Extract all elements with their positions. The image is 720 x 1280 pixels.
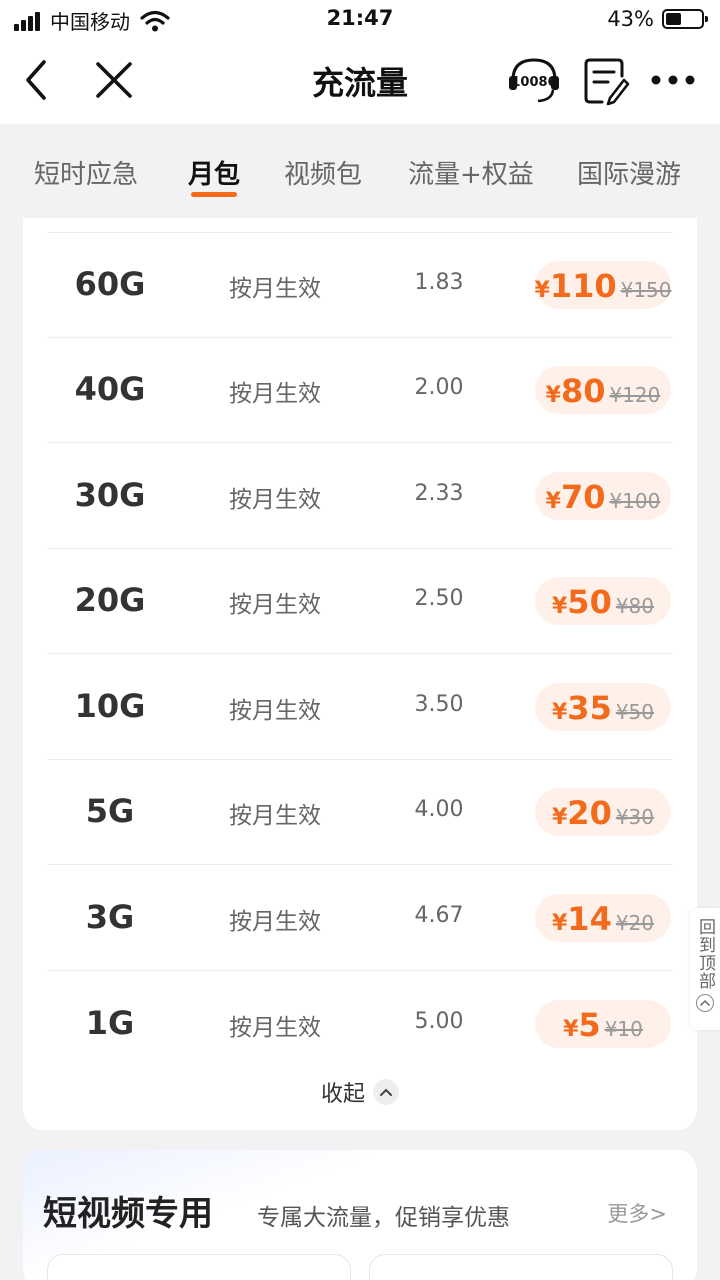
package-effect: 按月生效 [229,592,321,618]
original-price: ¥20 [615,911,655,935]
more-icon[interactable] [648,60,698,100]
package-row[interactable]: 60G 按月生效 1.83 ¥ 110 ¥150 [47,233,673,338]
tab-data-plus-benefits[interactable]: 流量+权益 [408,154,534,191]
package-size: 3G [85,898,135,936]
package-row[interactable]: 5G 按月生效 4.00 ¥ 20 ¥30 [47,760,673,865]
current-price: 20 [567,794,612,832]
package-row[interactable]: 10G 按月生效 3.50 ¥ 35 ¥50 [47,655,673,760]
original-price: ¥30 [615,805,655,829]
package-row[interactable]: 3G 按月生效 4.67 ¥ 14 ¥20 [47,866,673,971]
status-right: 43% [607,7,708,31]
short-video-section: 短视频专用 专属大流量，促销享优惠 更多> [23,1150,697,1280]
tab-roaming[interactable]: 国际漫游 [577,154,681,191]
package-size: 1G [85,1004,135,1042]
package-effect: 按月生效 [229,381,321,407]
unit-price: 3.50 [414,692,464,717]
chevron-up-icon [373,1079,399,1105]
current-price: 70 [560,478,606,516]
product-card[interactable] [369,1254,673,1280]
current-price: 14 [567,900,612,938]
original-price: ¥150 [620,278,672,302]
price-button[interactable]: ¥ 5 ¥10 [535,1000,671,1048]
package-effect: 按月生效 [229,487,321,513]
original-price: ¥120 [609,383,661,407]
unit-price: 2.33 [414,481,464,506]
battery-level [666,13,681,25]
package-size: 30G [74,476,146,514]
current-price: 35 [567,689,612,727]
original-price: ¥100 [609,489,661,513]
current-price: 5 [578,1006,601,1044]
back-to-top-button[interactable]: 回到顶部 [690,908,720,1030]
original-price: ¥80 [615,594,655,618]
tab-short-term[interactable]: 短时应急 [34,154,138,191]
currency-symbol: ¥ [551,911,568,936]
package-effect: 按月生效 [229,698,321,724]
package-row[interactable]: 20G 按月生效 2.50 ¥ 50 ¥80 [47,549,673,654]
tab-monthly[interactable]: 月包 [188,154,240,191]
price-button[interactable]: ¥ 35 ¥50 [535,683,671,731]
battery-icon [662,9,708,29]
order-note-icon[interactable] [580,54,632,108]
original-price: ¥50 [615,700,655,724]
price-button[interactable]: ¥ 14 ¥20 [535,894,671,942]
product-card[interactable] [47,1254,351,1280]
price-button[interactable]: ¥ 80 ¥120 [535,366,671,414]
package-size: 40G [74,370,146,408]
customer-service-icon[interactable]: 10086 [506,54,562,108]
package-row[interactable]: 40G 按月生效 2.00 ¥ 80 ¥120 [47,338,673,443]
currency-symbol: ¥ [551,594,568,619]
currency-symbol: ¥ [545,489,561,514]
status-bar: 中国移动 21:47 43% [0,0,720,40]
more-link[interactable]: 更多> [607,1198,667,1228]
package-row[interactable]: 1G 按月生效 5.00 ¥ 5 ¥10 [47,972,673,1077]
currency-symbol: ¥ [545,383,561,408]
currency-symbol: ¥ [563,1017,579,1042]
package-size: 10G [74,687,146,725]
current-price: 110 [549,267,617,305]
package-effect: 按月生效 [229,803,321,829]
battery-percent: 43% [607,7,654,31]
back-to-top-label: 回到顶部 [695,918,715,990]
section-subtitle: 专属大流量，促销享优惠 [257,1205,510,1231]
price-button[interactable]: ¥ 70 ¥100 [535,472,671,520]
unit-price: 2.50 [414,586,464,611]
price-button[interactable]: ¥ 110 ¥150 [534,261,672,309]
current-price: 80 [560,372,606,410]
currency-symbol: ¥ [551,700,568,725]
currency-symbol: ¥ [551,805,568,830]
package-size: 20G [74,581,146,619]
package-size: 60G [74,265,146,303]
unit-price: 5.00 [414,1009,464,1034]
collapse-button[interactable]: 收起 [23,1076,697,1108]
unit-price: 2.00 [414,375,464,400]
currency-symbol: ¥ [534,278,550,303]
package-effect: 按月生效 [229,909,321,935]
package-list-card: 60G 按月生效 1.83 ¥ 110 ¥150 40G 按月生效 2.00 ¥… [23,218,697,1130]
current-price: 50 [567,583,612,621]
service-number: 10086 [511,75,556,90]
package-row[interactable]: 30G 按月生效 2.33 ¥ 70 ¥100 [47,444,673,549]
unit-price: 4.00 [414,797,464,822]
active-tab-indicator [191,192,237,197]
package-effect: 按月生效 [229,276,321,302]
unit-price: 1.83 [414,270,464,295]
chevron-up-icon [696,994,714,1012]
section-title: 短视频专用 [43,1194,213,1234]
category-tabs: 短时应急 月包 视频包 流量+权益 国际漫游 [0,124,720,218]
nav-bar: 充流量 10086 [0,40,720,124]
package-effect: 按月生效 [229,1015,321,1041]
price-button[interactable]: ¥ 20 ¥30 [535,788,671,836]
unit-price: 4.67 [414,903,464,928]
package-size: 5G [85,792,135,830]
original-price: ¥10 [604,1017,643,1041]
price-button[interactable]: ¥ 50 ¥80 [535,577,671,625]
collapse-label: 收起 [320,1082,365,1107]
tab-video[interactable]: 视频包 [284,154,362,191]
